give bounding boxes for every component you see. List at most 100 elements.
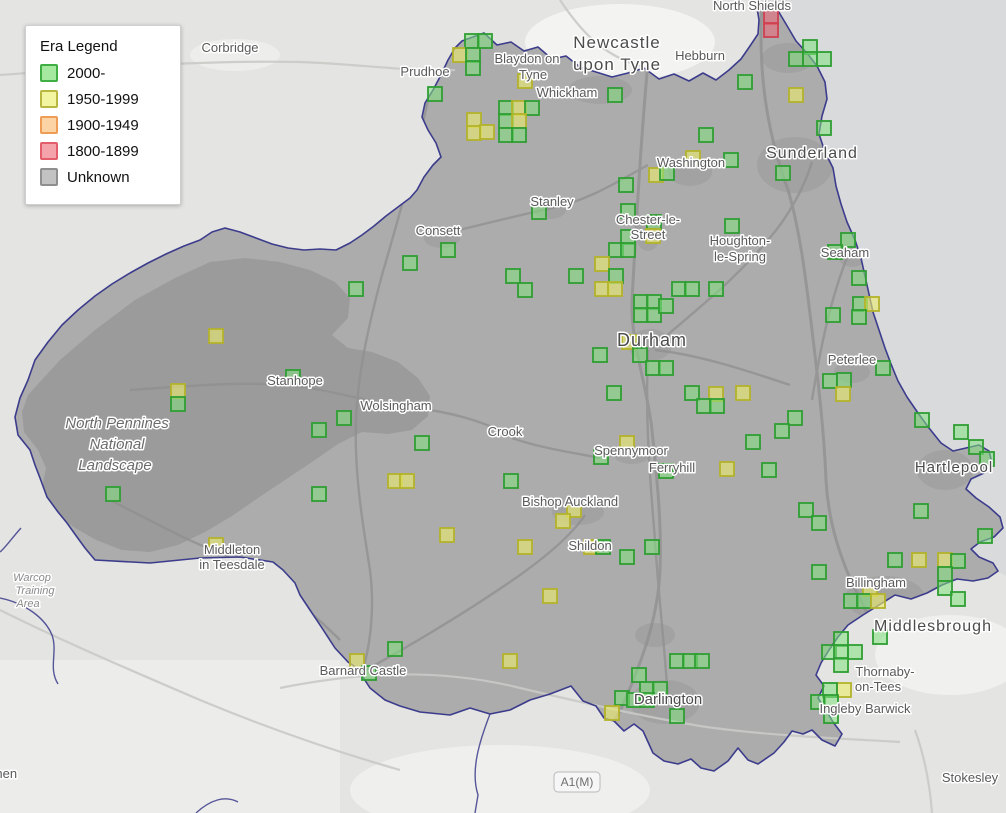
- era-marker-g[interactable]: [684, 385, 700, 401]
- era-marker-g[interactable]: [851, 270, 867, 286]
- era-marker-g[interactable]: [477, 33, 493, 49]
- era-marker-g[interactable]: [608, 268, 624, 284]
- era-marker-g[interactable]: [723, 152, 739, 168]
- era-marker-g[interactable]: [851, 309, 867, 325]
- era-marker-g[interactable]: [465, 60, 481, 76]
- era-marker-y[interactable]: [517, 539, 533, 555]
- era-marker-g[interactable]: [633, 307, 649, 323]
- era-marker-y[interactable]: [542, 588, 558, 604]
- era-marker-y[interactable]: [208, 328, 224, 344]
- era-marker-g[interactable]: [811, 564, 827, 580]
- era-marker-g[interactable]: [698, 127, 714, 143]
- era-marker-g[interactable]: [709, 398, 725, 414]
- era-marker-g[interactable]: [311, 486, 327, 502]
- era-marker-g[interactable]: [618, 177, 634, 193]
- era-marker-g[interactable]: [592, 347, 608, 363]
- era-marker-g[interactable]: [913, 503, 929, 519]
- era-marker-g[interactable]: [631, 667, 647, 683]
- era-marker-y[interactable]: [399, 473, 415, 489]
- era-marker-y[interactable]: [594, 281, 610, 297]
- era-marker-g[interactable]: [311, 422, 327, 438]
- era-marker-y[interactable]: [937, 552, 953, 568]
- era-marker-g[interactable]: [802, 51, 818, 67]
- era-marker-g[interactable]: [387, 641, 403, 657]
- era-marker-g[interactable]: [761, 462, 777, 478]
- era-marker-y[interactable]: [594, 256, 610, 272]
- era-marker-g[interactable]: [606, 385, 622, 401]
- era-marker-y[interactable]: [604, 705, 620, 721]
- era-marker-g[interactable]: [937, 566, 953, 582]
- era-marker-g[interactable]: [788, 51, 804, 67]
- era-marker-g[interactable]: [775, 165, 791, 181]
- era-marker-g[interactable]: [644, 539, 660, 555]
- era-marker-y[interactable]: [735, 385, 751, 401]
- era-marker-y[interactable]: [439, 527, 455, 543]
- era-marker-g[interactable]: [724, 218, 740, 234]
- era-marker-g[interactable]: [774, 423, 790, 439]
- era-marker-g[interactable]: [737, 74, 753, 90]
- era-marker-g[interactable]: [498, 100, 514, 116]
- era-marker-g[interactable]: [811, 515, 827, 531]
- era-marker-y[interactable]: [479, 124, 495, 140]
- era-marker-y[interactable]: [466, 125, 482, 141]
- era-marker-y[interactable]: [511, 100, 527, 116]
- era-marker-g[interactable]: [843, 593, 859, 609]
- era-marker-g[interactable]: [816, 51, 832, 67]
- era-marker-g[interactable]: [568, 268, 584, 284]
- era-marker-g[interactable]: [708, 281, 724, 297]
- era-marker-g[interactable]: [503, 473, 519, 489]
- era-marker-y[interactable]: [719, 461, 735, 477]
- era-marker-y[interactable]: [466, 112, 482, 128]
- era-marker-g[interactable]: [619, 549, 635, 565]
- era-marker-y[interactable]: [170, 383, 186, 399]
- era-marker-g[interactable]: [833, 631, 849, 647]
- era-marker-g[interactable]: [825, 307, 841, 323]
- era-marker-y[interactable]: [607, 281, 623, 297]
- era-marker-g[interactable]: [694, 653, 710, 669]
- era-marker-g[interactable]: [517, 282, 533, 298]
- era-marker-g[interactable]: [887, 552, 903, 568]
- era-marker-g[interactable]: [607, 87, 623, 103]
- era-marker-g[interactable]: [511, 127, 527, 143]
- era-marker-g[interactable]: [847, 644, 863, 660]
- era-marker-y[interactable]: [452, 47, 468, 63]
- era-marker-g[interactable]: [833, 644, 849, 660]
- era-marker-g[interactable]: [696, 398, 712, 414]
- era-marker-g[interactable]: [498, 127, 514, 143]
- era-marker-g[interactable]: [977, 528, 993, 544]
- era-marker-y[interactable]: [555, 513, 571, 529]
- era-marker-g[interactable]: [498, 113, 514, 129]
- era-marker-y[interactable]: [870, 593, 886, 609]
- era-marker-g[interactable]: [427, 86, 443, 102]
- era-marker-g[interactable]: [669, 708, 685, 724]
- era-marker-g[interactable]: [440, 242, 456, 258]
- era-marker-g[interactable]: [348, 281, 364, 297]
- era-marker-y[interactable]: [864, 296, 880, 312]
- era-marker-g[interactable]: [170, 396, 186, 412]
- era-marker-g[interactable]: [836, 372, 852, 388]
- era-marker-g[interactable]: [645, 360, 661, 376]
- era-marker-y[interactable]: [502, 653, 518, 669]
- era-marker-g[interactable]: [505, 268, 521, 284]
- era-marker-y[interactable]: [911, 552, 927, 568]
- era-marker-g[interactable]: [937, 580, 953, 596]
- map-viewport[interactable]: A1(M) HexhamCorbridgePrudhoeNewcastleupo…: [0, 0, 1006, 813]
- era-marker-g[interactable]: [669, 653, 685, 669]
- era-marker-g[interactable]: [787, 410, 803, 426]
- era-marker-r[interactable]: [763, 22, 779, 38]
- era-marker-g[interactable]: [875, 360, 891, 376]
- era-marker-g[interactable]: [658, 298, 674, 314]
- era-marker-g[interactable]: [633, 294, 649, 310]
- era-marker-g[interactable]: [816, 120, 832, 136]
- era-marker-g[interactable]: [684, 281, 700, 297]
- era-marker-g[interactable]: [914, 412, 930, 428]
- era-marker-g[interactable]: [822, 373, 838, 389]
- era-marker-g[interactable]: [464, 33, 480, 49]
- era-marker-y[interactable]: [511, 113, 527, 129]
- era-marker-g[interactable]: [833, 657, 849, 673]
- era-marker-g[interactable]: [414, 435, 430, 451]
- era-marker-g[interactable]: [953, 424, 969, 440]
- era-marker-g[interactable]: [336, 410, 352, 426]
- era-marker-g[interactable]: [856, 593, 872, 609]
- era-marker-g[interactable]: [632, 347, 648, 363]
